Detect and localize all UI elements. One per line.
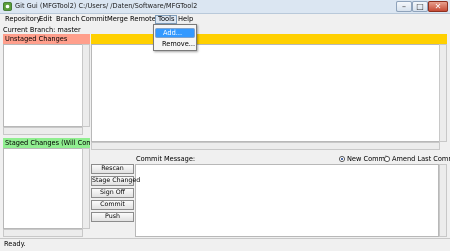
menu-bar: Repository Edit Branch Commit Merge Remo…	[0, 14, 450, 25]
menu-item-add[interactable]: Add...	[155, 28, 195, 38]
commit-message-scrollbar[interactable]	[439, 164, 447, 237]
current-branch-label: Current Branch: master	[3, 26, 81, 34]
commit-message-label: Commit Message:	[136, 155, 196, 163]
unstaged-changes-header: Unstaged Changes	[3, 34, 90, 44]
stage-changed-button[interactable]: Stage Changed	[91, 176, 140, 186]
diff-horizontal-scrollbar[interactable]	[91, 142, 440, 150]
diff-header	[91, 34, 447, 44]
menu-merge[interactable]: Merge	[105, 15, 130, 24]
diff-vertical-scrollbar[interactable]	[439, 44, 447, 142]
unstaged-file-list[interactable]	[3, 44, 83, 127]
git-gui-icon	[3, 2, 12, 11]
staged-vertical-scrollbar[interactable]	[82, 148, 90, 229]
menu-help[interactable]: Help	[176, 15, 195, 24]
staged-file-list[interactable]	[3, 148, 83, 229]
close-button[interactable]: ✕	[428, 1, 448, 12]
unstaged-vertical-scrollbar[interactable]	[82, 44, 90, 127]
menu-remote[interactable]: Remote	[128, 15, 158, 24]
staged-changes-header: Staged Changes (Will Commit)	[3, 138, 90, 148]
menu-item-remove[interactable]: Remove...	[155, 40, 195, 50]
menu-branch[interactable]: Branch	[54, 15, 82, 24]
status-text: Ready.	[4, 240, 26, 248]
new-commit-radio[interactable]: New Commit	[339, 155, 389, 163]
radio-unselected-icon	[384, 156, 390, 162]
radio-selected-icon	[339, 156, 345, 162]
unstaged-horizontal-scrollbar[interactable]	[3, 127, 83, 135]
rescan-button[interactable]: Rescan	[91, 164, 134, 174]
status-bar	[0, 238, 450, 251]
maximize-button[interactable]: □	[412, 1, 428, 12]
push-button[interactable]: Push	[91, 212, 134, 222]
window-title: Git Gui (MFGTool2) C:/Users/ /Daten/Soft…	[15, 2, 198, 10]
amend-last-commit-radio[interactable]: Amend Last Commit	[384, 155, 450, 163]
diff-view[interactable]	[91, 44, 440, 142]
sign-off-button[interactable]: Sign Off	[91, 188, 134, 198]
minimize-button[interactable]: –	[396, 1, 412, 12]
amend-last-commit-label: Amend Last Commit	[392, 155, 450, 163]
commit-message-input[interactable]	[135, 164, 439, 237]
commit-button[interactable]: Commit	[91, 200, 134, 210]
staged-horizontal-scrollbar[interactable]	[3, 229, 83, 237]
menu-edit[interactable]: Edit	[37, 15, 54, 24]
menu-tools[interactable]: Tools	[155, 15, 178, 24]
